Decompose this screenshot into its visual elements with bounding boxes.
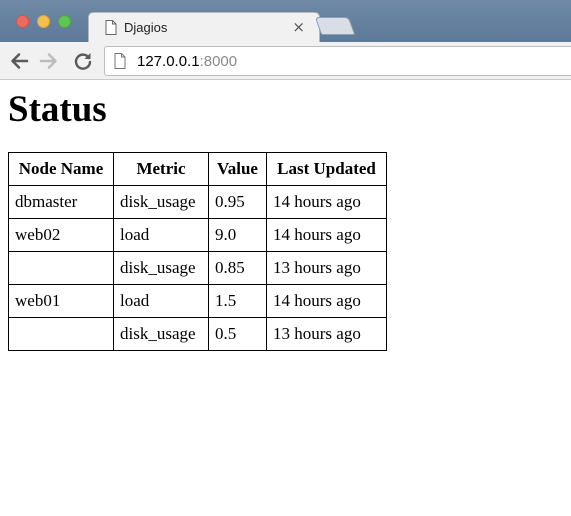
- cell-node-name: [8, 317, 114, 351]
- minimize-window-button[interactable]: [37, 15, 50, 28]
- cell-node-name: web01: [8, 284, 114, 318]
- cell-last-updated: 13 hours ago: [266, 251, 387, 285]
- header-last-updated: Last Updated: [266, 152, 387, 186]
- cell-value: 0.95: [208, 185, 267, 219]
- maximize-window-button[interactable]: [58, 15, 71, 28]
- table-row: web02 load 9.0 14 hours ago: [8, 218, 387, 252]
- page-icon: [114, 53, 126, 69]
- address-bar[interactable]: 127.0.0.1:8000: [104, 46, 571, 76]
- new-tab-button[interactable]: [314, 17, 356, 35]
- browser-toolbar: 127.0.0.1:8000: [0, 42, 571, 80]
- page-content: Status Node Name Metric Value Last Updat…: [0, 80, 571, 351]
- cell-value: 9.0: [208, 218, 267, 252]
- cell-metric: load: [113, 284, 209, 318]
- table-row: disk_usage 0.85 13 hours ago: [8, 251, 387, 285]
- cell-metric: disk_usage: [113, 251, 209, 285]
- cell-metric: disk_usage: [113, 317, 209, 351]
- cell-value: 0.85: [208, 251, 267, 285]
- tab-close-icon[interactable]: ×: [292, 18, 305, 36]
- cell-node-name: web02: [8, 218, 114, 252]
- cell-node-name: [8, 251, 114, 285]
- cell-last-updated: 14 hours ago: [266, 284, 387, 318]
- cell-value: 0.5: [208, 317, 267, 351]
- cell-value: 1.5: [208, 284, 267, 318]
- cell-node-name: dbmaster: [8, 185, 114, 219]
- cell-last-updated: 13 hours ago: [266, 317, 387, 351]
- cell-metric: load: [113, 218, 209, 252]
- table-row: disk_usage 0.5 13 hours ago: [8, 317, 387, 351]
- url-host: 127.0.0.1: [137, 53, 200, 70]
- close-window-button[interactable]: [16, 15, 29, 28]
- table-row: dbmaster disk_usage 0.95 14 hours ago: [8, 185, 387, 219]
- table-row: web01 load 1.5 14 hours ago: [8, 284, 387, 318]
- forward-arrow-icon[interactable]: [38, 50, 60, 72]
- header-value: Value: [208, 152, 267, 186]
- back-arrow-icon[interactable]: [8, 50, 30, 72]
- cell-last-updated: 14 hours ago: [266, 185, 387, 219]
- header-metric: Metric: [113, 152, 209, 186]
- page-title: Status: [8, 89, 107, 130]
- table-header-row: Node Name Metric Value Last Updated: [8, 152, 387, 186]
- status-table: Node Name Metric Value Last Updated dbma…: [8, 152, 387, 351]
- cell-metric: disk_usage: [113, 185, 209, 219]
- tab-title: Djagios: [124, 20, 168, 35]
- reload-icon[interactable]: [72, 50, 94, 72]
- cell-last-updated: 14 hours ago: [266, 218, 387, 252]
- url-port: :8000: [199, 53, 238, 70]
- window-titlebar: Djagios ×: [0, 0, 571, 43]
- url-text: 127.0.0.1:8000: [137, 53, 237, 70]
- header-node-name: Node Name: [8, 152, 114, 186]
- page-icon: [105, 20, 117, 35]
- browser-tab[interactable]: Djagios ×: [88, 12, 320, 43]
